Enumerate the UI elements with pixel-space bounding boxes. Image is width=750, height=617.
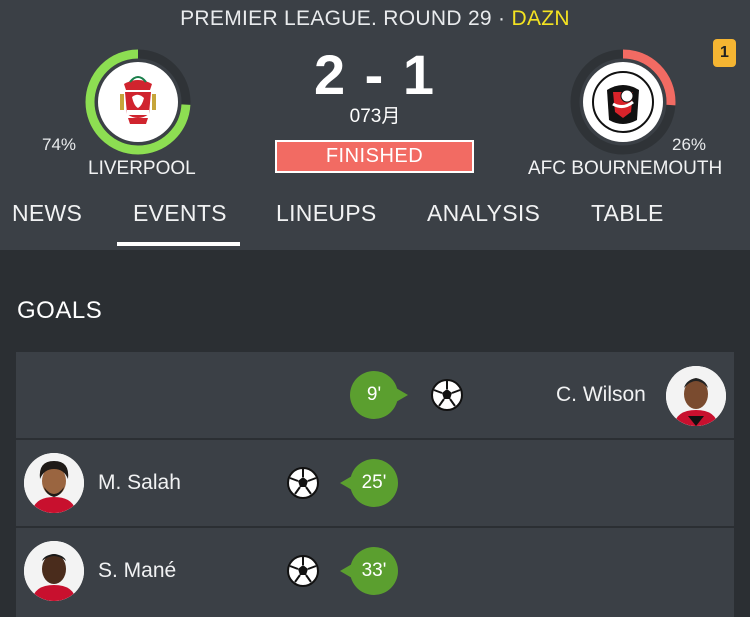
scorer-name: C. Wilson bbox=[556, 383, 646, 406]
match-tabs: NEWS EVENTS LINEUPS ANALYSIS TABLE bbox=[0, 198, 750, 250]
soccer-ball-icon bbox=[287, 555, 319, 587]
goal-minute-badge: 33' bbox=[340, 547, 398, 595]
soccer-ball-icon bbox=[287, 467, 319, 499]
away-team-name[interactable]: AFC BOURNEMOUTH bbox=[528, 158, 722, 180]
goal-event-row[interactable]: M. Salah 25' bbox=[16, 440, 734, 526]
away-team-crest[interactable] bbox=[570, 49, 676, 155]
tab-news[interactable]: NEWS bbox=[12, 200, 82, 227]
home-team-crest[interactable] bbox=[85, 49, 191, 155]
league-label: PREMIER LEAGUE. ROUND 29 bbox=[180, 7, 492, 30]
goal-event-row[interactable]: 9' C. Wilson bbox=[16, 352, 734, 438]
liverpool-crest-icon bbox=[98, 62, 178, 142]
bournemouth-crest-icon bbox=[583, 62, 663, 142]
goal-minute-badge: 9' bbox=[350, 371, 408, 419]
tab-lineups[interactable]: LINEUPS bbox=[276, 200, 377, 227]
match-header: PREMIER LEAGUE. ROUND 29 · DAZN 1 74% LI… bbox=[0, 0, 750, 250]
tab-events[interactable]: EVENTS bbox=[133, 200, 227, 227]
tab-table[interactable]: TABLE bbox=[591, 200, 664, 227]
home-percent: 74% bbox=[42, 135, 77, 154]
tab-analysis[interactable]: ANALYSIS bbox=[427, 200, 540, 227]
away-percent: 26% bbox=[672, 135, 707, 154]
separator: · bbox=[498, 7, 506, 30]
avatar bbox=[666, 366, 726, 426]
avatar bbox=[24, 453, 84, 513]
home-team-name[interactable]: LIVERPOOL bbox=[88, 158, 196, 180]
scorer-name: M. Salah bbox=[98, 471, 181, 494]
soccer-ball-icon bbox=[431, 379, 463, 411]
active-tab-indicator bbox=[117, 242, 240, 246]
avatar bbox=[24, 541, 84, 601]
goal-event-row[interactable]: S. Mané 33' bbox=[16, 528, 734, 617]
league-round: PREMIER LEAGUE. ROUND 29 · DAZN bbox=[0, 7, 750, 31]
goals-section-title: GOALS bbox=[17, 297, 103, 324]
scorer-name: S. Mané bbox=[98, 559, 177, 582]
notification-badge[interactable]: 1 bbox=[713, 39, 736, 67]
match-date: 073月 bbox=[349, 106, 401, 127]
goal-minute-badge: 25' bbox=[340, 459, 398, 507]
match-status-badge: FINISHED bbox=[275, 140, 474, 173]
match-score: 2 - 1 bbox=[313, 43, 437, 106]
broadcaster-label[interactable]: DAZN bbox=[511, 7, 569, 30]
